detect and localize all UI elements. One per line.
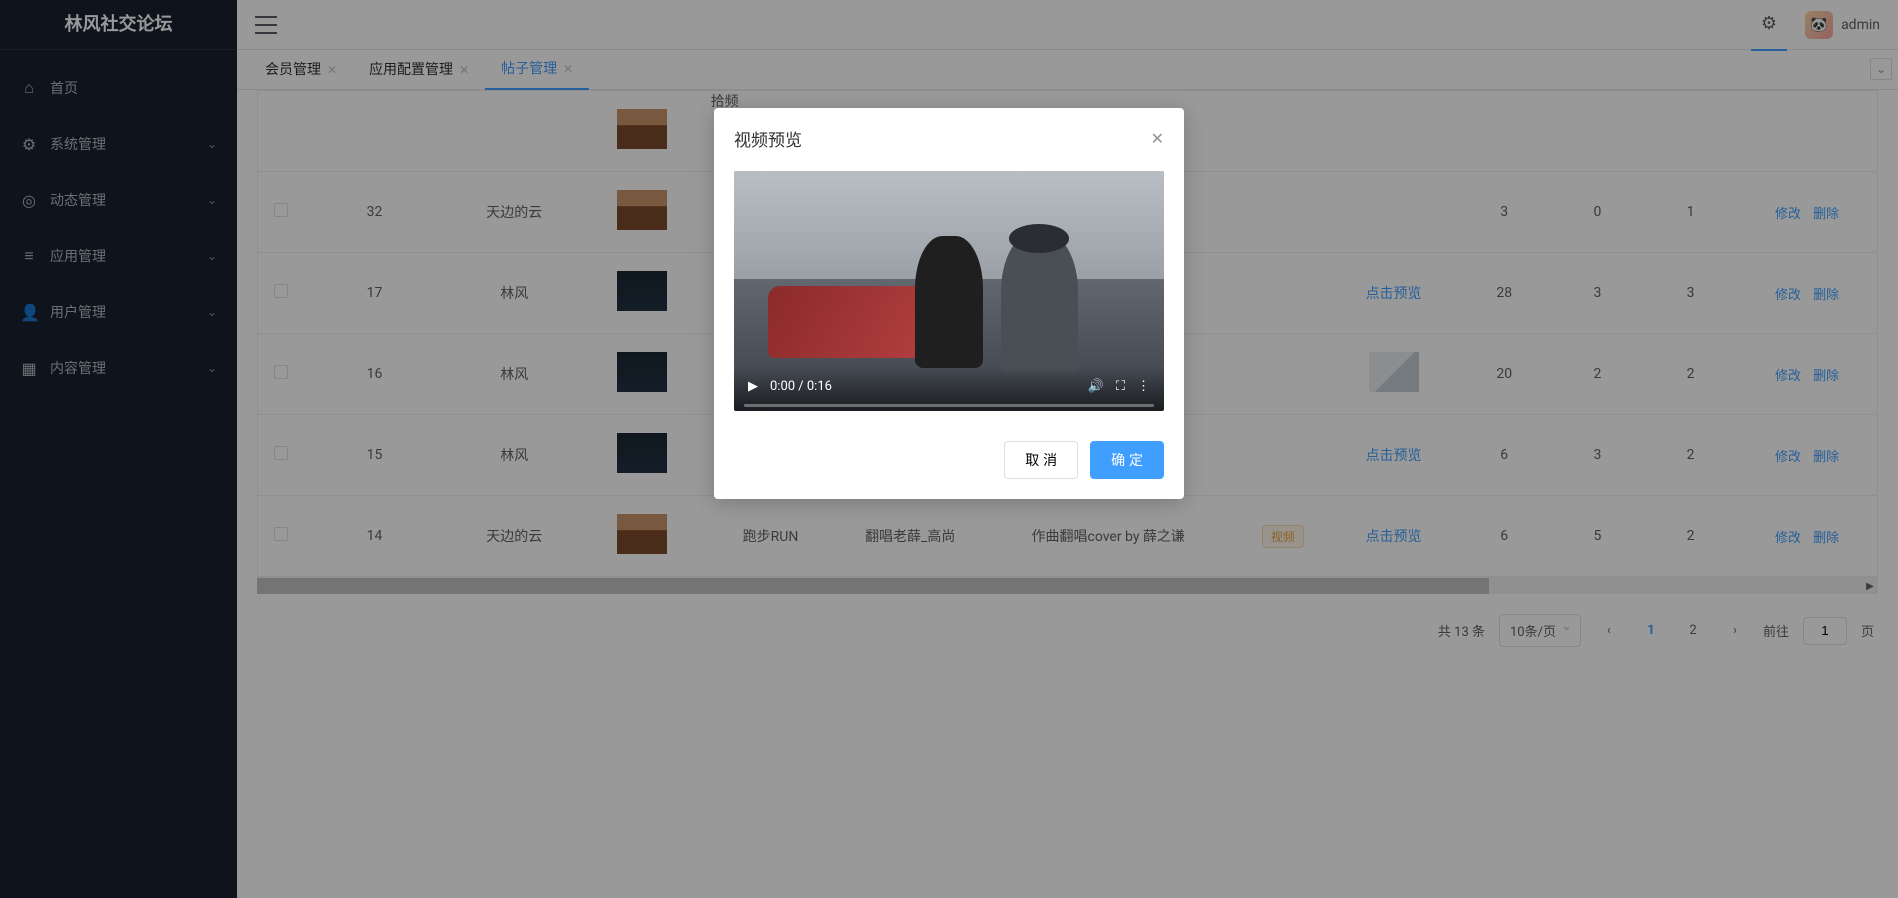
cancel-button[interactable]: 取 消 — [1004, 441, 1078, 479]
video-frame-person — [1001, 233, 1078, 372]
video-frame-hat — [1009, 224, 1069, 253]
modal-close-icon[interactable]: ✕ — [1151, 129, 1164, 148]
modal-body: ▶ 0:00 / 0:16 🔊 ⛶ ⋮ — [714, 161, 1184, 431]
video-player[interactable]: ▶ 0:00 / 0:16 🔊 ⛶ ⋮ — [734, 171, 1164, 411]
app-root: 林风社交论坛 ⌂ 首页 ⚙ 系统管理 ⌄ ◎ 动态管理 ⌄ ≡ 应用管理 ⌄ — [0, 0, 1898, 898]
video-preview-modal: 视频预览 ✕ ▶ 0:00 / 0:16 🔊 ⛶ ⋮ — [714, 108, 1184, 499]
video-time: 0:00 / 0:16 — [770, 379, 832, 394]
modal-title: 视频预览 — [734, 126, 802, 151]
video-progress[interactable] — [744, 404, 1154, 407]
more-icon[interactable]: ⋮ — [1137, 379, 1150, 394]
modal-footer: 取 消 确 定 — [714, 431, 1184, 499]
fullscreen-icon[interactable]: ⛶ — [1116, 379, 1125, 394]
play-icon[interactable]: ▶ — [748, 379, 758, 394]
video-frame-person — [915, 236, 984, 368]
confirm-button[interactable]: 确 定 — [1090, 441, 1164, 479]
volume-icon[interactable]: 🔊 — [1088, 379, 1104, 394]
modal-header: 视频预览 ✕ — [714, 108, 1184, 161]
